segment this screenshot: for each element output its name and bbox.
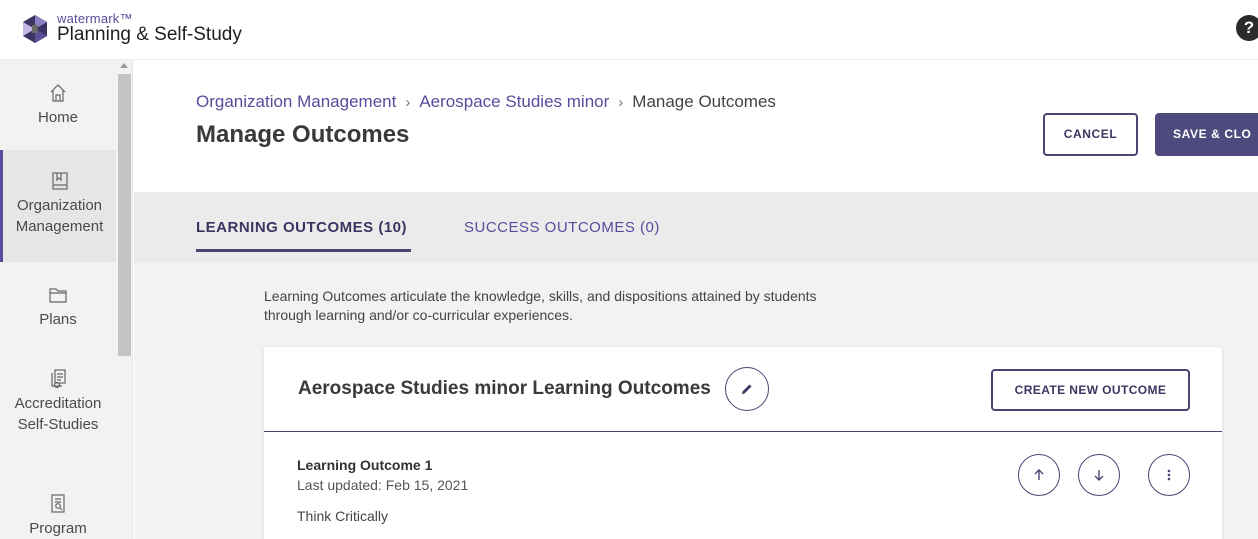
arrow-down-icon <box>1094 470 1104 481</box>
sidebar-item-label: Organization <box>16 197 103 214</box>
sidebar-item-organization-management[interactable]: Organization Management <box>0 150 116 262</box>
breadcrumb-separator: › <box>618 94 624 111</box>
kebab-menu-icon <box>1167 469 1171 481</box>
home-icon <box>50 84 66 102</box>
sidebar-item-label: Plans <box>39 311 77 328</box>
sidebar-item-label: Program <box>29 520 87 537</box>
breadcrumb-current: Manage Outcomes <box>632 92 776 111</box>
breadcrumb-link-organization-management[interactable]: Organization Management <box>196 92 396 111</box>
watermark-logo-icon <box>23 15 47 43</box>
outcomes-description: Learning Outcomes articulate the knowled… <box>264 288 817 323</box>
move-down-button[interactable] <box>1078 454 1120 496</box>
sidebar-item-label: Self-Studies <box>17 416 99 433</box>
help-icon[interactable]: ? <box>1236 15 1258 41</box>
document-search-icon <box>51 494 65 513</box>
book-icon <box>51 172 68 190</box>
folder-icon <box>49 288 67 303</box>
top-bar: watermark™ Planning & Self-Study ? <box>0 0 1258 60</box>
more-options-button[interactable] <box>1148 454 1190 496</box>
outcome-name: Learning Outcome 1 <box>297 457 433 473</box>
tab-learning-outcomes[interactable]: LEARNING OUTCOMES (10) <box>196 219 407 236</box>
scroll-up-arrow-icon[interactable] <box>120 63 128 68</box>
sidebar-item-plans[interactable]: Plans <box>0 284 116 354</box>
move-up-button[interactable] <box>1018 454 1060 496</box>
card-header: Aerospace Studies minor Learning Outcome… <box>264 347 1222 432</box>
card-title: Aerospace Studies minor Learning Outcome… <box>298 378 711 399</box>
tab-success-outcomes[interactable]: SUCCESS OUTCOMES (0) <box>464 219 660 236</box>
active-tab-indicator <box>196 249 411 252</box>
outcome-text: Think Critically <box>297 508 389 524</box>
save-and-close-button[interactable]: SAVE & CLO <box>1155 113 1258 156</box>
sidebar-item-label: Management <box>15 218 104 235</box>
create-new-outcome-button[interactable]: CREATE NEW OUTCOME <box>991 369 1190 411</box>
sidebar: Home Organization Management Plans Accre… <box>0 60 133 539</box>
sidebar-item-program[interactable]: Program <box>0 493 116 539</box>
document-stack-icon <box>51 369 66 389</box>
outcomes-card: Aerospace Studies minor Learning Outcome… <box>264 347 1222 539</box>
cancel-button[interactable]: CANCEL <box>1043 113 1138 156</box>
sidebar-item-label: Accreditation <box>14 395 102 412</box>
breadcrumb-separator: › <box>405 94 411 111</box>
arrow-up-icon <box>1034 469 1044 480</box>
app-title: Planning & Self-Study <box>57 24 242 45</box>
sidebar-item-label: Home <box>37 109 78 126</box>
sidebar-item-home[interactable]: Home <box>0 82 116 152</box>
edit-title-button[interactable] <box>725 367 769 411</box>
sidebar-item-accreditation[interactable]: Accreditation Self-Studies <box>0 368 116 458</box>
breadcrumb-link-aerospace-studies[interactable]: Aerospace Studies minor <box>419 92 609 111</box>
scrollbar-thumb[interactable] <box>118 74 131 356</box>
breadcrumb: Organization Management › Aerospace Studie… <box>196 92 776 112</box>
app-logo[interactable]: watermark™ Planning & Self-Study <box>20 10 520 50</box>
page-title: Manage Outcomes <box>196 121 410 148</box>
pencil-icon <box>742 384 752 394</box>
outcome-last-updated: Last updated: Feb 15, 2021 <box>297 477 469 493</box>
